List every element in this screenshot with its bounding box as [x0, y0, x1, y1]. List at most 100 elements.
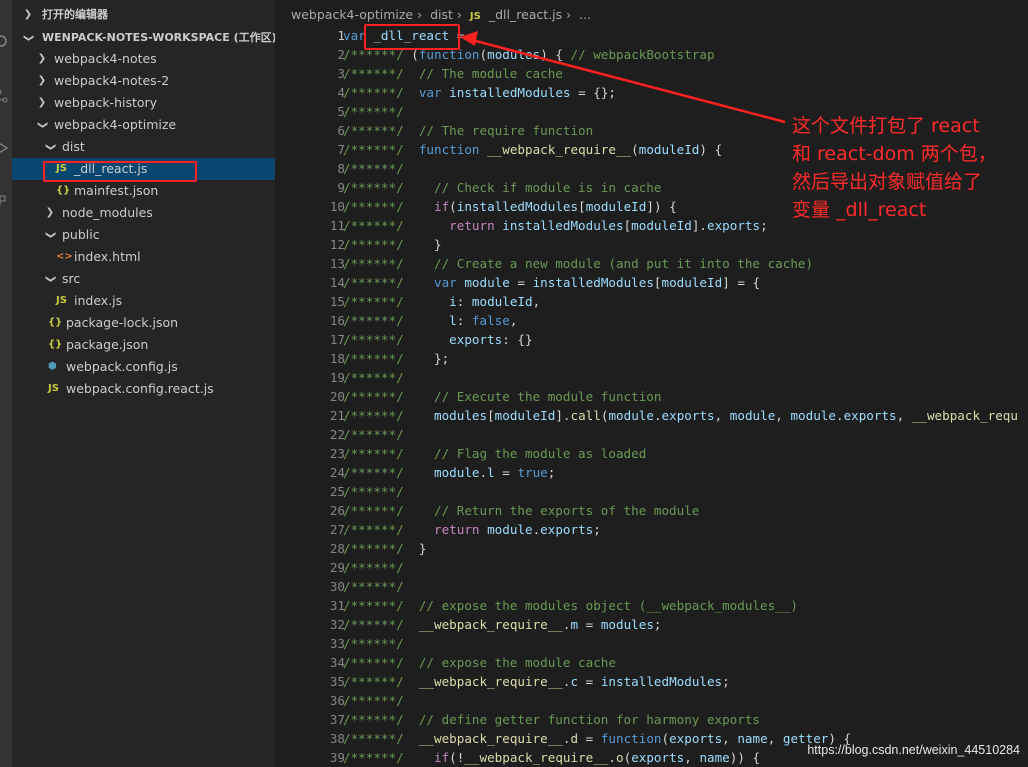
tree-folder[interactable]: ❯ webpack4-notes-2	[12, 70, 275, 92]
code-line[interactable]: 34/******/ // expose the module cache	[275, 653, 1028, 672]
breadcrumb-folder-dist[interactable]: dist	[430, 7, 453, 22]
config-file-icon: ⬢	[48, 361, 57, 372]
code-text: /******/ // expose the module cache	[343, 655, 616, 670]
code-line[interactable]: 21/******/ modules[moduleId].call(module…	[275, 406, 1028, 425]
open-editors-header[interactable]: ❯ 打开的编辑器	[12, 4, 275, 26]
code-line[interactable]: 28/******/ }	[275, 539, 1028, 558]
line-number: 38	[329, 731, 345, 746]
tree-file[interactable]: ⬢ webpack.config.js	[12, 356, 275, 378]
tree-file[interactable]: {} package.json	[12, 334, 275, 356]
line-number: 19	[329, 370, 345, 385]
code-line[interactable]: 27/******/ return module.exports;	[275, 520, 1028, 539]
chevron-right-icon: ❯	[45, 207, 55, 218]
code-text: /******/ }	[343, 541, 427, 556]
code-line[interactable]: 3/******/ // The module cache	[275, 64, 1028, 83]
tree-folder[interactable]: ❯ src	[12, 268, 275, 290]
line-number: 34	[329, 655, 345, 670]
json-file-icon: {}	[56, 185, 71, 196]
chevron-down-icon: ❯	[45, 230, 56, 240]
code-text: /******/ l: false,	[343, 313, 518, 328]
code-line[interactable]: 16/******/ l: false,	[275, 311, 1028, 330]
code-line[interactable]: 35/******/ __webpack_require__.c = insta…	[275, 672, 1028, 691]
search-icon[interactable]	[0, 34, 10, 50]
breadcrumb-folder-project[interactable]: webpack4-optimize	[291, 7, 413, 22]
source-control-icon[interactable]	[0, 88, 10, 104]
code-text: /******/	[343, 560, 404, 575]
tree-folder[interactable]: ❯ node_modules	[12, 202, 275, 224]
tree-item-label: index.js	[74, 293, 123, 308]
code-line[interactable]: 29/******/	[275, 558, 1028, 577]
code-text: /******/ __webpack_require__.d = functio…	[343, 731, 852, 746]
code-line[interactable]: 15/******/ i: moduleId,	[275, 292, 1028, 311]
code-text: /******/	[343, 579, 404, 594]
code-line[interactable]: 22/******/	[275, 425, 1028, 444]
annotation-line: 变量 _dll_react	[792, 199, 927, 221]
code-line[interactable]: 17/******/ exports: {}	[275, 330, 1028, 349]
code-text: /******/	[343, 427, 404, 442]
chevron-down-icon: ❯	[23, 33, 34, 43]
annotation-text: 这个文件打包了 react 和 react-dom 两个包， 然后导出对象赋值给…	[792, 112, 1028, 224]
code-line[interactable]: 20/******/ // Execute the module functio…	[275, 387, 1028, 406]
line-number: 23	[329, 446, 345, 461]
code-line[interactable]: 37/******/ // define getter function for…	[275, 710, 1028, 729]
code-line[interactable]: 31/******/ // expose the modules object …	[275, 596, 1028, 615]
workspace-label: WENPACK-NOTES-WORKSPACE (工作区)	[42, 31, 277, 44]
code-line[interactable]: 30/******/	[275, 577, 1028, 596]
workspace-header[interactable]: ❯ WENPACK-NOTES-WORKSPACE (工作区)	[12, 27, 277, 49]
run-debug-icon[interactable]	[0, 140, 10, 156]
tree-item-label: webpack4-notes-2	[54, 73, 170, 88]
code-line[interactable]: 23/******/ // Flag the module as loaded	[275, 444, 1028, 463]
line-number: 17	[329, 332, 345, 347]
line-number: 7	[337, 142, 345, 157]
code-line[interactable]: 33/******/	[275, 634, 1028, 653]
breadcrumb-file[interactable]: _dll_react.js	[489, 7, 562, 22]
code-line[interactable]: 32/******/ __webpack_require__.m = modul…	[275, 615, 1028, 634]
tree-folder[interactable]: ❯ webpack4-notes	[12, 48, 275, 70]
tree-folder[interactable]: ❯ dist	[12, 136, 275, 158]
line-number: 15	[329, 294, 345, 309]
tree-file[interactable]: JS index.js	[12, 290, 275, 312]
code-line[interactable]: 13/******/ // Create a new module (and p…	[275, 254, 1028, 273]
line-number: 1	[337, 28, 345, 43]
code-line[interactable]: 12/******/ }	[275, 235, 1028, 254]
code-text: /******/	[343, 104, 404, 119]
line-number: 31	[329, 598, 345, 613]
line-number: 18	[329, 351, 345, 366]
code-text: /******/ if(installedModules[moduleId]) …	[343, 199, 677, 214]
html-file-icon: <>	[56, 251, 73, 262]
tree-folder[interactable]: ❯ webpack-history	[12, 92, 275, 114]
chevron-right-icon: ❯	[37, 97, 47, 108]
line-number: 24	[329, 465, 345, 480]
chevron-right-icon: ❯	[37, 75, 47, 86]
chevron-right-icon: ›	[566, 7, 572, 22]
breadcrumb-symbols[interactable]: ...	[579, 7, 591, 22]
js-file-icon: JS	[469, 11, 481, 22]
extensions-icon[interactable]	[0, 190, 10, 206]
line-number: 37	[329, 712, 345, 727]
tree-file[interactable]: <> index.html	[12, 246, 275, 268]
js-file-icon: JS	[56, 295, 67, 306]
tree-folder[interactable]: ❯ webpack4-optimize	[12, 114, 275, 136]
tree-file[interactable]: {} package-lock.json	[12, 312, 275, 334]
highlight-box-variable	[364, 24, 460, 50]
code-line[interactable]: 4/******/ var installedModules = {};	[275, 83, 1028, 102]
tree-file[interactable]: JS webpack.config.react.js	[12, 378, 275, 400]
tree-item-label: mainfest.json	[74, 183, 159, 198]
code-text: /******/ var installedModules = {};	[343, 85, 616, 100]
tree-folder[interactable]: ❯ public	[12, 224, 275, 246]
code-line[interactable]: 19/******/	[275, 368, 1028, 387]
tree-item-label: package-lock.json	[66, 315, 179, 330]
code-text: /******/ __webpack_require__.c = install…	[343, 674, 730, 689]
tree-file[interactable]: {} mainfest.json	[12, 180, 275, 202]
line-number: 3	[337, 66, 345, 81]
code-line[interactable]: 14/******/ var module = installedModules…	[275, 273, 1028, 292]
line-number: 39	[329, 750, 345, 765]
code-text: /******/ __webpack_require__.m = modules…	[343, 617, 662, 632]
code-line[interactable]: 24/******/ module.l = true;	[275, 463, 1028, 482]
code-text: /******/ };	[343, 351, 450, 366]
code-line[interactable]: 26/******/ // Return the exports of the …	[275, 501, 1028, 520]
code-line[interactable]: 18/******/ };	[275, 349, 1028, 368]
json-file-icon: {}	[48, 317, 63, 328]
code-line[interactable]: 36/******/	[275, 691, 1028, 710]
code-line[interactable]: 25/******/	[275, 482, 1028, 501]
